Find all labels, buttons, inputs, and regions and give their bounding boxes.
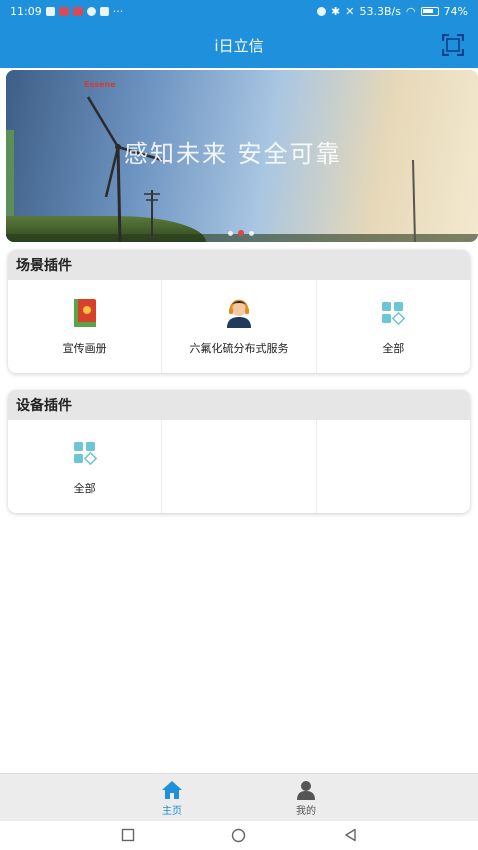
- bottom-nav: 主页 我的: [0, 773, 478, 821]
- plugin-label: 六氟化硫分布式服务: [189, 341, 289, 355]
- empty-cell: [317, 420, 470, 513]
- scan-icon: [441, 33, 465, 57]
- net-speed: 53.3B/s: [359, 4, 401, 18]
- more-notifications: ···: [112, 4, 124, 18]
- notification-icon: [45, 6, 55, 16]
- plugin-label: 宣传画册: [62, 341, 107, 355]
- notification-icon: [58, 6, 69, 16]
- notification-icon: [99, 6, 109, 16]
- banner-carousel[interactable]: Essene 感知未来 安全可靠: [6, 70, 478, 242]
- home-icon: [162, 781, 182, 799]
- mute-icon: ✕: [345, 4, 355, 18]
- power-pole-image: [412, 160, 416, 242]
- bluetooth-icon: ✱: [331, 4, 341, 18]
- notification-icon: [86, 6, 96, 16]
- battery-icon: [420, 6, 439, 16]
- plugin-all[interactable]: 全部: [317, 280, 470, 373]
- plugin-brochure[interactable]: 宣传画册: [8, 280, 163, 373]
- empty-cell: [162, 420, 317, 513]
- section-title: 场景插件: [8, 250, 470, 280]
- service-agent-icon: [224, 298, 254, 328]
- page-title: i日立信: [214, 36, 264, 55]
- power-pole-image: [144, 190, 160, 242]
- section-title: 设备插件: [8, 390, 470, 420]
- brochure-icon: [70, 298, 100, 328]
- home-circle-icon[interactable]: [231, 828, 246, 843]
- recent-apps-icon[interactable]: [121, 828, 135, 842]
- all-grid-icon: [378, 298, 408, 328]
- user-icon: [297, 781, 315, 800]
- back-icon[interactable]: [344, 828, 357, 842]
- scene-plugins-card: 场景插件 宣传画册 六氟化硫分布式服务 全部: [8, 250, 470, 373]
- carousel-dot[interactable]: [228, 230, 233, 236]
- scan-button[interactable]: [441, 33, 465, 57]
- eye-icon: [317, 6, 327, 16]
- carousel-dot[interactable]: [249, 230, 254, 236]
- carousel-dot-active[interactable]: [238, 230, 244, 236]
- nav-home[interactable]: 主页: [142, 780, 202, 817]
- banner-tagline: 感知未来 安全可靠: [124, 140, 342, 168]
- nav-label: 主页: [162, 806, 182, 817]
- plugin-label: 全部: [73, 481, 96, 495]
- banner-logo: Essene: [84, 80, 116, 89]
- status-time: 11:09: [10, 4, 42, 18]
- app-bar: i日立信: [0, 22, 478, 68]
- all-grid-icon: [70, 438, 100, 468]
- device-plugins-card: 设备插件 全部: [8, 390, 470, 513]
- wifi-icon: ◠: [405, 4, 416, 18]
- battery-level: 74%: [443, 4, 468, 18]
- device-plugin-all[interactable]: 全部: [8, 420, 163, 513]
- plugin-label: 全部: [382, 341, 405, 355]
- nav-label: 我的: [296, 806, 316, 817]
- system-nav-bar: [0, 821, 478, 850]
- nav-mine[interactable]: 我的: [276, 780, 336, 817]
- status-bar: 11:09 ··· ✱ ✕ 53.3B/s ◠ 74%: [0, 0, 478, 22]
- notification-icon: [72, 6, 83, 16]
- plugin-sf6-service[interactable]: 六氟化硫分布式服务: [162, 280, 317, 373]
- carousel-indicator: [228, 230, 254, 236]
